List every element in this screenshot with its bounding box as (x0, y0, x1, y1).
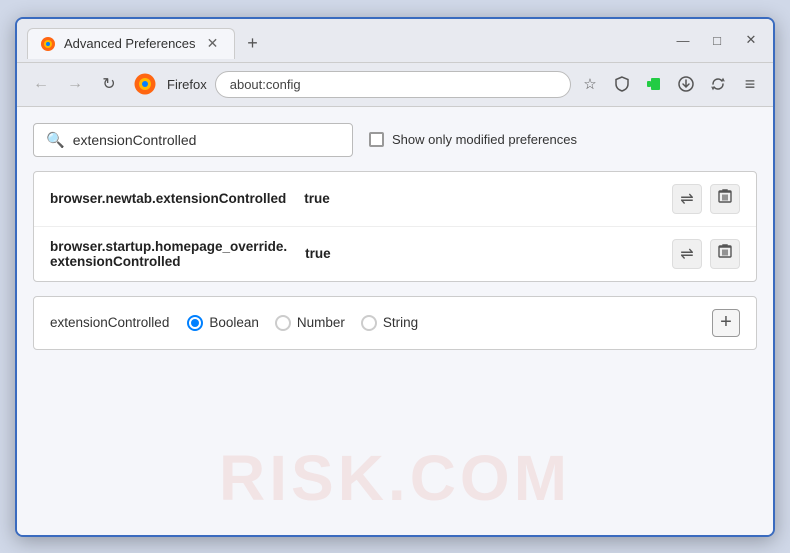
table-row: browser.startup.homepage_override. exten… (34, 227, 756, 281)
back-button[interactable]: ← (27, 70, 55, 98)
toggle-icon-1: ⇌ (680, 189, 693, 209)
radio-circle-string (361, 315, 377, 331)
bookmark-icon[interactable]: ☆ (577, 71, 603, 97)
table-row: browser.newtab.extensionControlled true … (34, 172, 756, 227)
extension-icon[interactable] (641, 71, 667, 97)
title-bar: Advanced Preferences ✕ + — □ ✕ (17, 19, 773, 63)
toggle-button-2[interactable]: ⇌ (672, 239, 702, 269)
nav-icon-group: ☆ (577, 71, 763, 97)
address-text: about:config (230, 77, 301, 92)
add-pref-name: extensionControlled (50, 315, 169, 330)
content-area: RISK.COM 🔍 Show only modified preference… (17, 107, 773, 535)
radio-label-boolean: Boolean (209, 315, 259, 330)
result-name-2b: extensionControlled (50, 254, 287, 269)
radio-label-number: Number (297, 315, 345, 330)
sync-icon[interactable] (705, 71, 731, 97)
radio-circle-number (275, 315, 291, 331)
show-modified-row[interactable]: Show only modified preferences (369, 132, 577, 147)
firefox-logo-icon (133, 72, 157, 96)
radio-string[interactable]: String (361, 315, 418, 331)
radio-label-string: String (383, 315, 418, 330)
browser-tab[interactable]: Advanced Preferences ✕ (27, 28, 235, 59)
result-name-2a: browser.startup.homepage_override. (50, 239, 287, 254)
search-icon: 🔍 (46, 131, 65, 149)
menu-icon[interactable]: ≡ (737, 71, 763, 97)
show-modified-checkbox[interactable] (369, 132, 384, 147)
forward-button[interactable]: → (61, 70, 89, 98)
radio-group: Boolean Number String (187, 315, 418, 331)
add-plus-button[interactable]: + (712, 309, 740, 337)
shield-icon[interactable] (609, 71, 635, 97)
result-actions-2: ⇌ (672, 239, 740, 269)
tab-favicon-icon (40, 36, 56, 52)
search-box[interactable]: 🔍 (33, 123, 353, 157)
new-tab-button[interactable]: + (239, 29, 267, 57)
toggle-button-1[interactable]: ⇌ (672, 184, 702, 214)
tab-title-label: Advanced Preferences (64, 36, 196, 51)
radio-number[interactable]: Number (275, 315, 345, 331)
search-row: 🔍 Show only modified preferences (33, 123, 757, 157)
restore-button[interactable]: □ (705, 28, 729, 52)
address-bar[interactable]: about:config (215, 71, 571, 98)
add-preference-row: extensionControlled Boolean Number (33, 296, 757, 350)
search-input[interactable] (73, 132, 340, 148)
result-name-1: browser.newtab.extensionControlled (50, 191, 286, 206)
tab-close-button[interactable]: ✕ (204, 35, 222, 53)
close-button[interactable]: ✕ (739, 28, 763, 52)
reload-button[interactable]: ↻ (95, 70, 123, 98)
results-table: browser.newtab.extensionControlled true … (33, 171, 757, 282)
delete-button-2[interactable] (710, 239, 740, 269)
radio-dot-boolean (191, 319, 199, 327)
browser-window: Advanced Preferences ✕ + — □ ✕ ← → ↻ Fir… (15, 17, 775, 537)
result-actions-1: ⇌ (672, 184, 740, 214)
result-name-wrap-2: browser.startup.homepage_override. exten… (50, 239, 287, 269)
delete-button-1[interactable] (710, 184, 740, 214)
nav-bar: ← → ↻ Firefox about:config ☆ (17, 63, 773, 107)
radio-circle-boolean (187, 315, 203, 331)
window-controls: — □ ✕ (671, 28, 763, 58)
watermark: RISK.COM (219, 441, 571, 515)
radio-boolean[interactable]: Boolean (187, 315, 259, 331)
browser-name-label: Firefox (167, 77, 207, 92)
result-value-1: true (304, 191, 330, 206)
result-value-2: true (305, 246, 331, 261)
download-icon[interactable] (673, 71, 699, 97)
delete-icon-2 (718, 243, 732, 264)
show-modified-label: Show only modified preferences (392, 132, 577, 147)
delete-icon-1 (718, 188, 732, 209)
toggle-icon-2: ⇌ (680, 244, 693, 264)
minimize-button[interactable]: — (671, 28, 695, 52)
